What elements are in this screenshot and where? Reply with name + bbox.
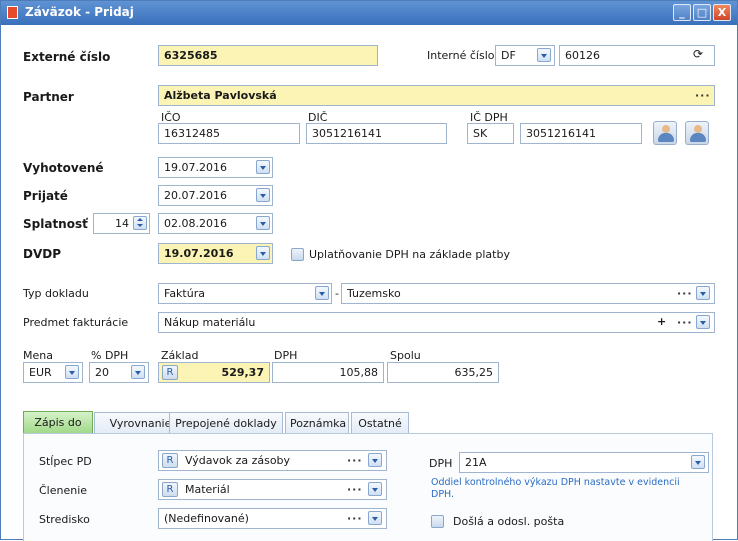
dph-label: DPH <box>429 457 453 470</box>
breakdown-label: Členenie <box>39 484 88 497</box>
subject-label: Predmet fakturácie <box>23 316 129 329</box>
tab-zapis-do[interactable]: Zápis do <box>23 411 93 434</box>
breakdown-r-badge[interactable]: R <box>162 482 178 497</box>
total-amount-input[interactable]: 635,25 <box>387 362 499 383</box>
issued-date-calendar-icon[interactable] <box>256 160 270 174</box>
title-bar: Záväzok - Pridaj _ □ X <box>1 1 737 25</box>
dvdp-label: DVDP <box>23 247 62 261</box>
base-label: Základ <box>161 349 199 362</box>
pd-column-r-badge[interactable]: R <box>162 453 178 468</box>
add-subject-icon[interactable]: + <box>657 315 666 328</box>
partner-person-icon[interactable] <box>653 121 677 145</box>
tab-poznamka[interactable]: Poznámka <box>285 412 349 434</box>
doc-subtype-dropdown-icon[interactable] <box>696 286 710 300</box>
vat-pct-label: % DPH <box>91 349 129 362</box>
dvdp-calendar-icon[interactable] <box>256 246 270 260</box>
pd-column-label: Stĺpec PD <box>39 455 92 468</box>
minimize-button[interactable]: _ <box>673 4 691 21</box>
external-number-input[interactable]: 6325685 <box>158 45 378 66</box>
partner-label: Partner <box>23 90 74 104</box>
doc-type-separator: - <box>335 287 339 300</box>
ic-dph-input[interactable]: 3051216141 <box>520 123 642 144</box>
subject-dropdown-icon[interactable] <box>696 315 710 329</box>
currency-label: Mena <box>23 349 53 362</box>
ico-input[interactable]: 16312485 <box>158 123 300 144</box>
issued-date-label: Vyhotovené <box>23 161 104 175</box>
internal-number-input[interactable]: 60126 <box>559 45 715 66</box>
dph-dropdown-icon[interactable] <box>691 455 705 469</box>
refresh-icon[interactable]: ⟳ <box>693 47 703 61</box>
dic-input[interactable]: 3051216141 <box>306 123 447 144</box>
received-date-calendar-icon[interactable] <box>256 188 270 202</box>
invoice-window: Záväzok - Pridaj _ □ X Externé číslo 632… <box>0 0 738 541</box>
dph-select[interactable]: 21A <box>459 452 709 473</box>
dph-note: Oddiel kontrolného výkazu DPH nastavte v… <box>431 477 680 500</box>
breakdown-more-icon[interactable]: ··· <box>347 483 363 496</box>
doc-type-select[interactable]: Faktúra <box>158 283 332 304</box>
doc-subtype-select[interactable]: Tuzemsko <box>341 283 715 304</box>
center-label: Stredisko <box>39 513 90 526</box>
external-number-label: Externé číslo <box>23 50 111 64</box>
pd-column-dropdown-icon[interactable] <box>368 453 382 467</box>
mail-label: Došlá a odosl. pošta <box>453 515 565 528</box>
vat-amount-input[interactable]: 105,88 <box>272 362 384 383</box>
received-date-label: Prijaté <box>23 189 68 203</box>
internal-series-dropdown-icon[interactable] <box>537 48 551 62</box>
add-partner-icon[interactable] <box>685 121 709 145</box>
app-icon <box>7 6 18 19</box>
subject-more-icon[interactable]: ··· <box>677 316 693 329</box>
tab-ostatne[interactable]: Ostatné <box>351 412 409 434</box>
close-button[interactable]: X <box>713 4 731 21</box>
doc-type-label: Typ dokladu <box>23 287 89 300</box>
due-date-label: Splatnosť <box>23 217 88 231</box>
maximize-button[interactable]: □ <box>693 4 711 21</box>
center-dropdown-icon[interactable] <box>368 511 382 525</box>
vat-amount-label: DPH <box>274 349 298 362</box>
base-r-badge[interactable]: R <box>162 365 178 380</box>
mail-checkbox[interactable] <box>431 515 444 528</box>
partner-input[interactable]: Alžbeta Pavlovská <box>158 85 715 106</box>
vat-pct-dropdown-icon[interactable] <box>131 365 145 379</box>
vat-on-payment-label: Uplatňovanie DPH na základe platby <box>309 248 510 261</box>
internal-number-label: Interné číslo <box>427 49 495 62</box>
tab-prepojene-doklady[interactable]: Prepojené doklady <box>169 412 283 434</box>
partner-more-icon[interactable]: ··· <box>695 89 711 102</box>
doc-type-dropdown-icon[interactable] <box>315 286 329 300</box>
due-date-calendar-icon[interactable] <box>256 216 270 230</box>
total-label: Spolu <box>390 349 421 362</box>
due-days-spinner-icon[interactable] <box>133 216 147 230</box>
breakdown-dropdown-icon[interactable] <box>368 482 382 496</box>
currency-dropdown-icon[interactable] <box>65 365 79 379</box>
pd-column-more-icon[interactable]: ··· <box>347 454 363 467</box>
vat-on-payment-checkbox[interactable] <box>291 248 304 261</box>
subject-input[interactable]: Nákup materiálu <box>158 312 715 333</box>
center-more-icon[interactable]: ··· <box>347 512 363 525</box>
doc-subtype-more-icon[interactable]: ··· <box>677 287 693 300</box>
ic-dph-prefix-input[interactable]: SK <box>467 123 514 144</box>
window-title: Záväzok - Pridaj <box>25 5 134 19</box>
